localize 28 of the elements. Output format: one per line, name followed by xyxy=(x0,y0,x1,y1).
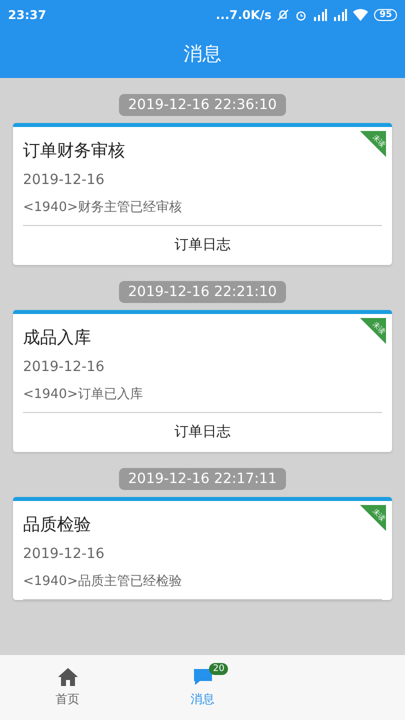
message-date: 2019-12-16 xyxy=(23,172,106,188)
chat-icon xyxy=(192,667,214,687)
battery-icon: 95 xyxy=(374,9,397,21)
bell-muted-icon xyxy=(277,9,290,21)
nav-tab[interactable]: 首页 xyxy=(0,655,135,720)
message-title: 品质检验 xyxy=(23,514,91,536)
timestamp-label: 2019-12-16 22:17:11 xyxy=(119,468,286,490)
wifi-icon xyxy=(353,9,368,21)
message-title: 成品入库 xyxy=(23,327,91,349)
signal-icon xyxy=(313,9,328,21)
message-text: <1940>品质主管已经检验 xyxy=(23,572,382,600)
message-text: <1940>订单已入库 xyxy=(23,385,382,413)
timestamp-label: 2019-12-16 22:36:10 xyxy=(119,94,286,116)
count-badge: 20 xyxy=(209,663,228,675)
order-log-button[interactable]: 订单日志 xyxy=(23,226,382,265)
alarm-icon xyxy=(295,9,308,21)
order-log-button[interactable]: 订单日志 xyxy=(23,413,382,452)
network-speed: ...7.0K/s xyxy=(216,8,272,22)
message-text: <1940>财务主管已经审核 xyxy=(23,198,382,226)
signal-icon xyxy=(333,9,348,21)
message-date: 2019-12-16 xyxy=(23,546,106,562)
home-icon xyxy=(56,667,78,687)
timestamp-label: 2019-12-16 22:21:10 xyxy=(119,281,286,303)
nav-tab[interactable]: 消息 20 xyxy=(135,655,270,720)
page-title: 消息 xyxy=(182,42,222,67)
message-date: 2019-12-16 xyxy=(23,359,106,375)
message-title: 订单财务审核 xyxy=(23,140,125,162)
status-time: 23:37 xyxy=(8,8,46,22)
